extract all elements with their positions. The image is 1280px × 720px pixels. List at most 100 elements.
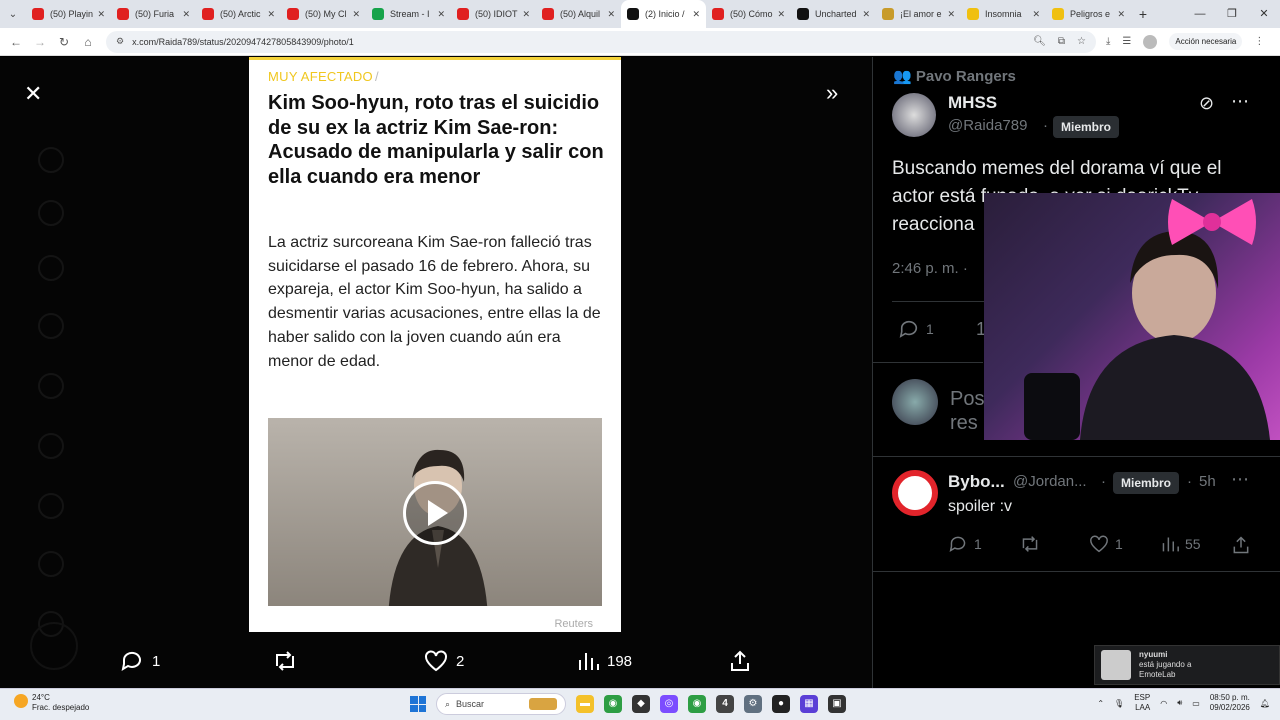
- zoom-icon[interactable]: 🔍︎: [1033, 36, 1046, 47]
- settings-icon[interactable]: ⚙: [744, 695, 762, 713]
- install-icon[interactable]: ⧉: [1058, 36, 1065, 47]
- browser-tab[interactable]: (50) Alquil ✕: [536, 0, 621, 28]
- tab-close-icon[interactable]: ✕: [692, 9, 700, 20]
- playlist-icon[interactable]: ☰: [1122, 36, 1131, 47]
- author-handle[interactable]: @Raida789: [948, 117, 1027, 134]
- tab-title: (2) Inicio /: [645, 9, 685, 19]
- minimize-button[interactable]: —: [1184, 0, 1216, 28]
- grid-app-icon[interactable]: ▦: [800, 695, 818, 713]
- back-icon[interactable]: ←: [4, 35, 28, 49]
- reply-share-stat[interactable]: [1231, 535, 1251, 555]
- app-4-icon[interactable]: 4: [716, 695, 734, 713]
- wifi-icon[interactable]: ◠: [1160, 699, 1167, 708]
- discord-icon[interactable]: ◎: [660, 695, 678, 713]
- taskbar-search[interactable]: ⌕ Buscar: [436, 693, 566, 715]
- browser-tab[interactable]: (50) My Cl ✕: [281, 0, 366, 28]
- maximize-button[interactable]: ❐: [1216, 0, 1248, 28]
- reply-like-stat[interactable]: 1: [1089, 535, 1123, 553]
- browser-tab[interactable]: Uncharted ✕: [791, 0, 876, 28]
- community-label[interactable]: 👥 Pavo Rangers: [893, 67, 1016, 85]
- reload-icon[interactable]: ↻: [52, 35, 76, 49]
- tab-close-icon[interactable]: ✕: [182, 9, 190, 20]
- reply-author-handle[interactable]: @Jordan...: [1013, 473, 1087, 490]
- site-info-icon[interactable]: ⚙: [116, 36, 124, 47]
- clock[interactable]: 08:50 p. m. 09/02/2026: [1210, 693, 1250, 713]
- battery-icon[interactable]: ▭: [1192, 699, 1200, 708]
- browser-tab[interactable]: (50) Furia ✕: [111, 0, 196, 28]
- forward-icon[interactable]: →: [28, 35, 52, 49]
- chrome-profile-icon[interactable]: ◉: [688, 695, 706, 713]
- like-button[interactable]: 2: [424, 648, 464, 674]
- more-icon[interactable]: ⋯: [1231, 91, 1249, 112]
- profile-avatar[interactable]: [1143, 34, 1158, 49]
- tab-favicon-icon: [457, 8, 469, 20]
- browser-tab[interactable]: Stream - I ✕: [366, 0, 451, 28]
- tab-close-icon[interactable]: ✕: [267, 9, 275, 20]
- reply-reply-stat[interactable]: 1: [948, 535, 982, 553]
- close-window-button[interactable]: ✕: [1248, 0, 1280, 28]
- start-button[interactable]: [410, 696, 426, 712]
- tab-close-icon[interactable]: ✕: [607, 9, 615, 20]
- accion-necesaria-button[interactable]: Acción necesaria: [1169, 33, 1243, 50]
- reply-author-name[interactable]: Bybo...: [948, 472, 1005, 492]
- play-button[interactable]: [403, 481, 467, 545]
- browser-menu-icon[interactable]: ⋮: [1254, 36, 1264, 47]
- repost-button[interactable]: [272, 648, 298, 674]
- author-name[interactable]: MHSS: [948, 93, 997, 113]
- input-language[interactable]: ESP LAA: [1134, 693, 1150, 713]
- obs-icon[interactable]: ●: [772, 695, 790, 713]
- volume-icon[interactable]: 🔊︎: [1177, 698, 1182, 708]
- browser-tab[interactable]: Peligros e ✕: [1046, 0, 1131, 28]
- reply-age: 5h: [1199, 473, 1216, 490]
- bookmark-star-icon[interactable]: ☆: [1077, 36, 1086, 47]
- post-reply-stat[interactable]: 1: [898, 319, 934, 339]
- app-icon[interactable]: ◆: [632, 695, 650, 713]
- browser-tab[interactable]: ¡El amor e ✕: [876, 0, 961, 28]
- browser-tab[interactable]: (50) IDIOT ✕: [451, 0, 536, 28]
- reply-button[interactable]: 1: [120, 648, 160, 674]
- author-avatar[interactable]: [892, 93, 936, 137]
- chrome-icon[interactable]: ◉: [604, 695, 622, 713]
- tab-close-icon[interactable]: ✕: [352, 9, 360, 20]
- terminal-icon[interactable]: ▣: [828, 695, 846, 713]
- expand-panel-icon[interactable]: »: [826, 80, 838, 106]
- home-icon[interactable]: ⌂: [76, 35, 100, 49]
- address-toolbar: ← → ↻ ⌂ ⚙ x.com/Raida789/status/20209474…: [0, 28, 1280, 56]
- tab-close-icon[interactable]: ✕: [777, 9, 785, 20]
- views-button[interactable]: 198: [577, 648, 632, 674]
- tab-favicon-icon: [797, 8, 809, 20]
- reply-repost-stat[interactable]: [1019, 535, 1041, 553]
- browser-tab[interactable]: (50) Playin ✕: [26, 0, 111, 28]
- tab-search-button[interactable]: ⌄: [0, 0, 26, 28]
- close-icon[interactable]: ✕: [24, 81, 42, 107]
- tab-close-icon[interactable]: ✕: [947, 9, 955, 20]
- browser-tab[interactable]: (2) Inicio / ✕: [621, 0, 706, 28]
- reply-views-stat[interactable]: 55: [1161, 535, 1201, 553]
- notifications-bell-icon[interactable]: 🔔︎: [1260, 699, 1270, 708]
- new-tab-button[interactable]: +: [1131, 6, 1155, 22]
- browser-tab[interactable]: (50) Cómo ✕: [706, 0, 791, 28]
- activity-notification[interactable]: nyuumi está jugando a EmoteLab: [1094, 645, 1280, 685]
- browser-tab[interactable]: Insomnia ✕: [961, 0, 1046, 28]
- tab-close-icon[interactable]: ✕: [437, 9, 445, 20]
- download-icon[interactable]: ⤓: [1106, 36, 1110, 47]
- file-explorer-icon[interactable]: ▬: [576, 695, 594, 713]
- tab-close-icon[interactable]: ✕: [1117, 9, 1125, 20]
- weather-widget[interactable]: 24°C Frac. despejado: [14, 693, 89, 713]
- reply-more-icon[interactable]: ⋯: [1231, 469, 1249, 490]
- tab-close-icon[interactable]: ✕: [1032, 9, 1040, 20]
- post-timestamp: 2:46 p. m. ·: [892, 260, 968, 277]
- tray-chevron-icon[interactable]: ⌃: [1097, 699, 1104, 708]
- tab-close-icon[interactable]: ✕: [862, 9, 870, 20]
- tab-close-icon[interactable]: ✕: [522, 9, 530, 20]
- reply-author-avatar[interactable]: [892, 470, 938, 516]
- ghost-icon: [30, 622, 78, 670]
- tab-close-icon[interactable]: ✕: [97, 9, 105, 20]
- grok-icon[interactable]: ⊘: [1199, 93, 1214, 114]
- reply-input[interactable]: Pos res: [950, 387, 984, 435]
- mic-icon[interactable]: 🎙︎: [1114, 699, 1124, 708]
- repost-icon: [1022, 536, 1038, 552]
- browser-tab[interactable]: (50) Arctic ✕: [196, 0, 281, 28]
- share-button[interactable]: [728, 648, 752, 674]
- url-bar[interactable]: ⚙ x.com/Raida789/status/2020947427805843…: [106, 30, 1096, 53]
